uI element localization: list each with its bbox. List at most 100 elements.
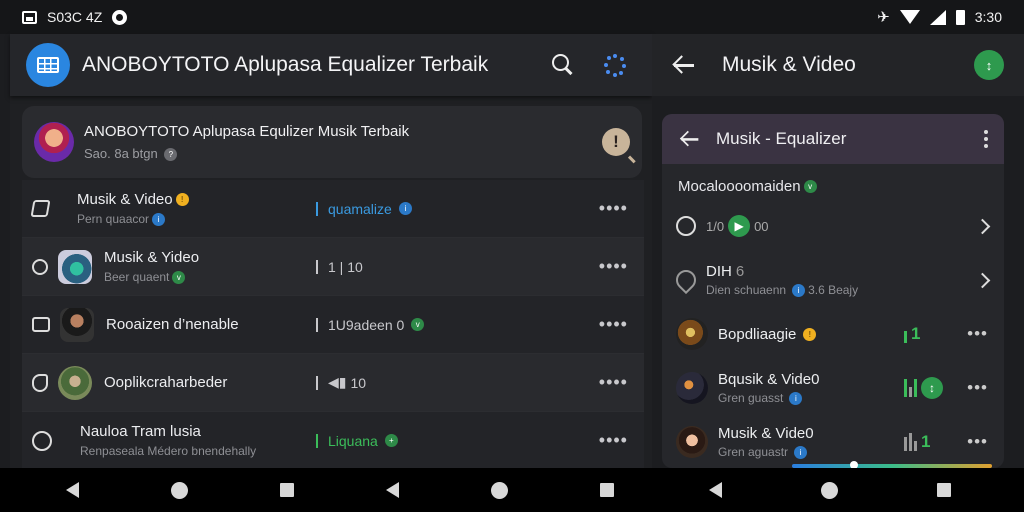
- profile-card[interactable]: ANOBOYTOTO Aplupasa Equlizer Musik Terba…: [22, 106, 642, 178]
- level-meter: 1: [904, 432, 930, 452]
- list-item[interactable]: Ooplikcraharbeder ◀▮ 10 ••••: [22, 354, 644, 412]
- edit-icon: [30, 200, 51, 217]
- row-title: DIH 6: [706, 263, 745, 280]
- info-badge-icon: ?: [164, 148, 178, 162]
- track-thumbnail: [676, 426, 708, 458]
- back-arrow-icon[interactable]: [680, 130, 699, 149]
- row-title: Bopdliaagie!: [718, 326, 817, 343]
- play-icon: ▶: [728, 215, 751, 237]
- nav-recents-icon[interactable]: [600, 483, 614, 497]
- nav-home-icon[interactable]: [820, 481, 838, 499]
- notification-circle-icon: [112, 9, 128, 25]
- equalizer-toggle-icon[interactable]: ↕: [974, 50, 1004, 80]
- gallery-icon: [22, 10, 37, 24]
- row-sub: Gren guasst i: [718, 391, 819, 405]
- check-badge-icon: v: [803, 180, 817, 193]
- navigation-bar: [0, 468, 1024, 512]
- phone-icon: [32, 373, 48, 392]
- chevron-right-icon[interactable]: [974, 218, 991, 234]
- kebab-menu-icon[interactable]: [984, 130, 988, 148]
- row-sub: Pern quaacor i: [77, 212, 277, 227]
- nav-back-icon[interactable]: [709, 482, 723, 498]
- more-icon[interactable]: ••••: [599, 314, 634, 335]
- wifi-icon: [899, 10, 920, 24]
- list-item[interactable]: Musik & Video! Pern quaacor i quamalize i …: [22, 180, 644, 238]
- more-icon[interactable]: ••••: [599, 256, 634, 277]
- status-bar: S03C 4Z ✈ 3:30: [0, 0, 1024, 34]
- equalizer-card: Musik - Equalizer Mocaloooomaiden v 1/0 ▶ 0…: [662, 114, 1004, 468]
- nav-back-icon[interactable]: [386, 482, 399, 498]
- star-badge-icon: !: [175, 193, 189, 207]
- slider-knob[interactable]: [850, 461, 858, 468]
- level-meter: ↕: [904, 377, 943, 399]
- app-bar: ANOBOYTOTO Aplupasa Equalizer Terbaik: [10, 34, 652, 96]
- info-badge-icon: i: [794, 445, 808, 459]
- meter-bars-icon: [904, 325, 907, 343]
- row-sub: Dien schuaenn i 3.6 Beajy: [706, 283, 859, 297]
- nav-recents-icon[interactable]: [280, 483, 294, 497]
- list-item[interactable]: Musik & Yideo Beer quaent v 1 | 10 ••••: [22, 238, 644, 296]
- list-item[interactable]: Bqusik & Vide0 Gren guasst i ↕ •••: [662, 361, 1004, 415]
- status-text: S03C 4Z: [47, 9, 103, 25]
- row-tag: 1 | 10: [316, 259, 363, 275]
- more-icon[interactable]: •••: [967, 378, 988, 398]
- info-badge-icon: i: [792, 283, 806, 297]
- check-badge-icon: v: [411, 318, 425, 331]
- nav-back-icon[interactable]: [66, 482, 79, 498]
- nav-home-icon[interactable]: [491, 481, 508, 499]
- more-icon[interactable]: ••••: [599, 198, 634, 219]
- level-meter: 1: [904, 324, 920, 344]
- more-icon[interactable]: •••: [967, 324, 988, 344]
- volume-icon: ◀▮: [328, 374, 347, 390]
- user-icon: [32, 430, 52, 451]
- info-badge-icon: i: [789, 391, 803, 405]
- row-title: Bqusik & Vide0: [718, 371, 820, 388]
- list-item[interactable]: Bopdliaagie! 1 •••: [662, 307, 1004, 361]
- meter-bars-icon: [904, 379, 917, 397]
- equalizer-app-logo[interactable]: [26, 43, 70, 87]
- row-sub: Gren aguastr i: [718, 445, 814, 459]
- info-circle-icon: [32, 258, 48, 275]
- chevron-right-icon[interactable]: [974, 272, 991, 288]
- avatar: [34, 122, 74, 162]
- info-badge-icon: i: [152, 213, 166, 227]
- row-tag: Liquana +: [316, 433, 398, 449]
- more-icon[interactable]: ••••: [599, 372, 634, 393]
- list-item[interactable]: DIH 6 Dien schuaenn i 3.6 Beajy: [662, 253, 1004, 307]
- loading-dots-icon[interactable]: [604, 54, 626, 77]
- video-thumbnail: [58, 249, 92, 284]
- back-arrow-icon[interactable]: [672, 54, 694, 76]
- more-icon[interactable]: ••••: [599, 430, 634, 451]
- row-title: Musik & Yideo: [104, 248, 200, 266]
- signal-icon: [929, 9, 946, 25]
- list-item[interactable]: 1/0 ▶ 00: [662, 199, 1004, 253]
- track-thumbnail: [676, 372, 708, 404]
- app-title: ANOBOYTOTO Aplupasa Equalizer Terbaik: [82, 53, 489, 76]
- right-panel: Musik & Video ↕ Musik - Equalizer Mocalo…: [652, 34, 1024, 468]
- row-sub: Beer quaent v: [104, 270, 304, 285]
- profile-name: ANOBOYTOTO Aplupasa Equlizer Musik Terba…: [84, 122, 410, 140]
- nav-home-icon[interactable]: [171, 481, 188, 499]
- row-title: Musik & Vide0: [718, 425, 814, 442]
- battery-icon: [955, 9, 965, 25]
- row-tag: 1U9adeen 0v: [316, 317, 425, 333]
- list-item[interactable]: Nauloa Tram lusia Renpaseala Médero bnen…: [22, 412, 644, 470]
- list-item[interactable]: Musik & Vide0 Gren aguastr i 1 •••: [662, 415, 1004, 468]
- list-item[interactable]: Rooaizen d’nenable 1U9adeen 0v ••••: [22, 296, 644, 354]
- airplane-icon: ✈: [877, 9, 890, 26]
- image-icon: [32, 317, 50, 332]
- row-title: Rooaizen d’nenable: [106, 316, 239, 333]
- left-panel: ANOBOYTOTO Aplupasa Equalizer Terbaik AN…: [10, 34, 652, 470]
- nav-recents-icon[interactable]: [936, 483, 951, 497]
- location-icon: [671, 265, 701, 295]
- video-thumbnail: [58, 365, 92, 400]
- alert-search-icon[interactable]: !: [602, 128, 630, 156]
- equalizer-toggle-icon[interactable]: ↕: [921, 377, 943, 399]
- right-app-bar: Musik & Video ↕: [652, 34, 1024, 96]
- more-icon[interactable]: •••: [967, 432, 988, 452]
- section-title: Mocaloooomaiden v: [662, 164, 1004, 199]
- item-list: Musik & Video! Pern quaacor i quamalize i …: [22, 180, 644, 470]
- add-badge-icon: +: [384, 434, 398, 447]
- row-tag: ◀▮ 10: [316, 374, 366, 391]
- search-icon[interactable]: [552, 54, 574, 76]
